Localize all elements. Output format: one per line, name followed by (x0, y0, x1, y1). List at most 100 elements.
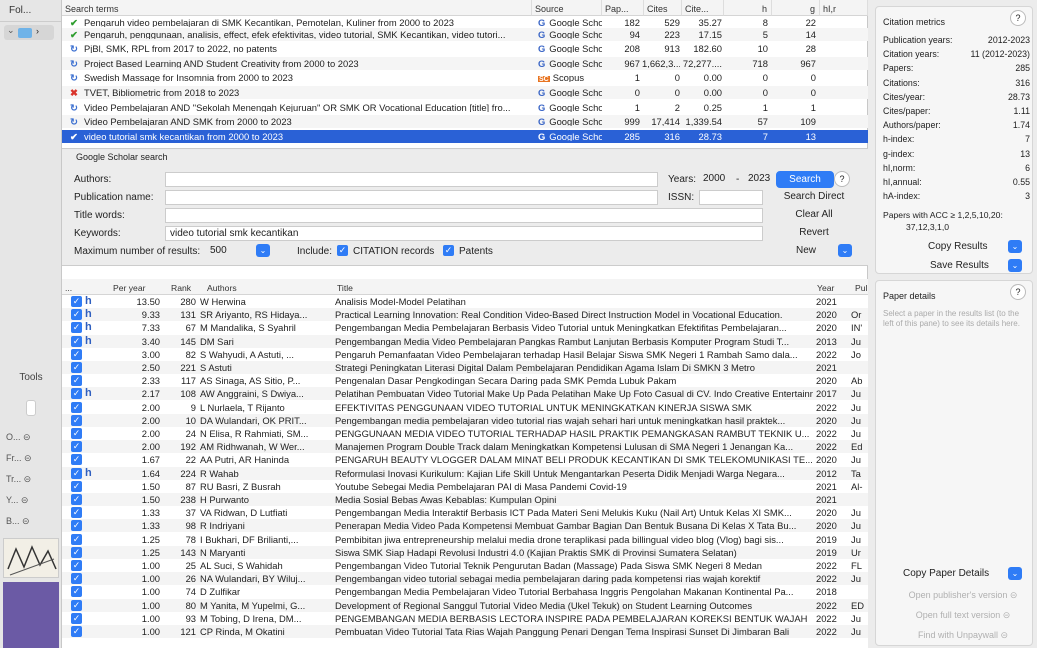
col-search-terms[interactable]: Search terms (62, 0, 532, 16)
col-source[interactable]: Source (532, 0, 602, 16)
result-checkbox[interactable]: ✓ (71, 335, 82, 347)
col-authors[interactable]: Authors (204, 279, 334, 295)
query-row[interactable]: ↻ Project Based Learning AND Student Crea… (62, 56, 868, 70)
result-checkbox[interactable]: ✓ (71, 322, 82, 334)
revert-button[interactable]: Revert (776, 225, 852, 242)
result-row[interactable]: ✓ 2.50 221 S Astuti Strategi Peningkatan Lit… (62, 361, 868, 374)
patents-checkbox[interactable]: ✓ (443, 245, 454, 256)
col-papers[interactable]: Pap... (602, 0, 644, 16)
clear-all-button[interactable]: Clear All (776, 207, 852, 224)
copy-paper-details-button[interactable]: Copy Paper Details ⌄ (888, 566, 1026, 583)
result-checkbox[interactable]: ✓ (71, 388, 82, 400)
new-button[interactable]: New ⌄ (776, 243, 856, 259)
result-checkbox[interactable]: ✓ (71, 375, 82, 387)
result-checkbox[interactable]: ✓ (71, 467, 82, 479)
folder-item-selected[interactable]: ⌄ › (4, 25, 54, 40)
open-publisher-version-button[interactable]: Open publisher's version ⊝ (899, 587, 1027, 603)
issn-field[interactable] (699, 190, 763, 205)
result-row[interactable]: ✓ 1.00 93 M Tobing, D Irena, DM... PENGEMBAN… (62, 612, 868, 625)
result-row[interactable]: ✓ 1.00 26 NA Wulandari, BY Wiluj... Pengemba… (62, 572, 868, 586)
result-row[interactable]: ✓ 2.00 24 N Elisa, R Rahmiati, SM... PENGGUN… (62, 427, 868, 440)
publication-name-field[interactable] (165, 190, 658, 205)
query-row[interactable]: ↻ Video Pembelajaran AND "Sekolah Menenga… (62, 101, 868, 114)
chevron-down-icon[interactable]: ⌄ (7, 25, 15, 36)
metrics-help-button[interactable]: ? (1010, 10, 1026, 26)
result-row[interactable]: ✓ 1.25 143 N Maryanti Siswa SMK Siap Hadapi … (62, 545, 868, 559)
result-checkbox[interactable]: ✓ (71, 573, 82, 585)
result-row[interactable]: ✓ 2.00 9 L Nurlaela, T Rijanto EFEKTIVITAS P… (62, 401, 868, 414)
result-row[interactable]: ✓ 1.50 87 RU Basri, Z Busrah Youtube Sebegai… (62, 480, 868, 493)
result-row[interactable]: ✓ 2.00 192 AM Ridhwanah, W Wer... Manajemen … (62, 440, 868, 454)
result-checkbox[interactable]: ✓ (71, 612, 82, 624)
result-row[interactable]: ✓ 1.00 121 CP Rinda, M Okatini Pembuatan Vid… (62, 625, 868, 638)
result-row[interactable]: ✓ 2.00 10 DA Wulandari, OK PRIT... Pengemban… (62, 413, 868, 427)
result-checkbox[interactable]: ✓ (71, 599, 82, 611)
result-row[interactable]: ✓ 1.00 80 M Yanita, M Yupelmi, G... Developm… (62, 598, 868, 612)
result-checkbox[interactable]: ✓ (71, 362, 82, 373)
col-per-year[interactable]: Per year (110, 279, 168, 295)
query-row[interactable]: ✖ TVET, Bibliometric from 2018 to 2023 G Go… (62, 86, 868, 99)
result-row[interactable]: ✓ 3.00 82 S Wahyudi, A Astuti, ... Pengaruh … (62, 348, 868, 361)
query-row[interactable]: ↻ PjBl, SMK, RPL from 2017 to 2022, no pa… (62, 42, 868, 55)
search-direct-button[interactable]: Search Direct (776, 189, 852, 206)
result-checkbox[interactable]: ✓ (71, 480, 82, 492)
max-results-select[interactable]: 500 ⌄ (210, 244, 270, 259)
result-checkbox[interactable]: ✓ (71, 494, 82, 505)
tool-button-1[interactable]: O... ⊝ (6, 432, 56, 448)
tool-button-4[interactable]: Y... ⊝ (6, 495, 56, 511)
result-row[interactable]: ✓ 1.33 37 VA Ridwan, D Lutfiati Pengembangan… (62, 506, 868, 519)
title-words-field[interactable] (165, 208, 763, 223)
query-row[interactable]: ✔ Pengaruh, penggunaan, analisis, effect,… (62, 27, 868, 41)
result-row[interactable]: ✓ 1.00 25 AL Suci, S Wahidah Pengembangan Vi… (62, 559, 868, 572)
result-checkbox[interactable]: ✓ (71, 401, 82, 413)
result-row[interactable]: ✓ 1.25 78 I Bukhari, DF Brilianti,... Pembib… (62, 533, 868, 546)
result-checkbox[interactable]: ✓ (71, 626, 82, 637)
col-cites[interactable]: Cites (644, 0, 682, 16)
result-row[interactable]: ✓ h 2.17 108 AW Anggraini, S Dwiya... Pelatih… (62, 387, 868, 401)
query-row[interactable]: ↻ Swedish Massage for Insomnia from 2000 … (62, 71, 868, 84)
result-checkbox[interactable]: ✓ (71, 507, 82, 519)
save-results-button[interactable]: Save Results ⌄ (896, 258, 1026, 274)
tool-button-5[interactable]: B... ⊝ (6, 516, 56, 532)
result-checkbox[interactable]: ✓ (71, 560, 82, 571)
result-checkbox[interactable]: ✓ (71, 428, 82, 439)
result-row[interactable]: ✓ 1.67 22 AA Putri, AR Haninda PENGARUH BEAU… (62, 453, 868, 466)
keywords-field[interactable]: video tutorial smk kecantikan (165, 226, 763, 241)
result-row[interactable]: ✓ h 9.33 131 SR Ariyanto, RS Hidaya... Practi… (62, 308, 868, 322)
result-row[interactable]: ✓ 2.33 117 AS Sinaga, AS Sitio, P... Pengena… (62, 374, 868, 387)
folders-header[interactable]: Fol... (0, 0, 61, 22)
result-row[interactable]: ✓ h 3.40 145 DM Sari Pengembangan Media Video… (62, 334, 868, 348)
col-flags[interactable]: ... (62, 279, 110, 295)
year-from-field[interactable]: 2000 (699, 172, 736, 187)
col-year[interactable]: Year (814, 279, 852, 295)
col-h[interactable]: h (724, 0, 772, 16)
find-unpaywall-button[interactable]: Find with Unpaywall ⊝ (899, 627, 1027, 643)
search-help-button[interactable]: ? (834, 171, 850, 187)
details-help-button[interactable]: ? (1010, 284, 1026, 300)
year-to-field[interactable]: 2023 (744, 172, 778, 187)
result-checkbox[interactable]: ✓ (71, 520, 82, 532)
col-rank[interactable]: Rank (168, 279, 204, 295)
result-checkbox[interactable]: ✓ (71, 414, 82, 426)
result-checkbox[interactable]: ✓ (71, 533, 82, 545)
authors-field[interactable] (165, 172, 658, 187)
citation-records-checkbox[interactable]: ✓ (337, 245, 348, 256)
result-row[interactable]: ✓ 1.00 74 D Zulfikar Pengembangan Media Pemb… (62, 585, 868, 598)
result-row[interactable]: ✓ h 1.64 224 R Wahab Reformulasi Inovasi Kuri… (62, 466, 868, 480)
result-checkbox[interactable]: ✓ (71, 296, 82, 307)
search-button[interactable]: Search (776, 171, 834, 188)
result-checkbox[interactable]: ✓ (71, 441, 82, 453)
result-row[interactable]: ✓ 1.50 238 H Purwanto Media Sosial Bebas Awa… (62, 493, 868, 506)
result-checkbox[interactable]: ✓ (71, 454, 82, 466)
query-row[interactable]: ✔ video tutorial smk kecantikan from 2000… (62, 129, 868, 143)
result-row[interactable]: ✓ h 7.33 67 M Mandalika, S Syahril Pengembang… (62, 321, 868, 334)
result-checkbox[interactable]: ✓ (71, 348, 82, 360)
tool-button-3[interactable]: Tr... ⊝ (6, 474, 56, 490)
result-checkbox[interactable]: ✓ (71, 546, 82, 558)
open-full-text-button[interactable]: Open full text version ⊝ (899, 607, 1027, 623)
col-publication[interactable]: Pul (852, 279, 868, 295)
tools-slider[interactable] (26, 400, 36, 416)
result-checkbox[interactable]: ✓ (71, 586, 82, 598)
result-row[interactable]: ✓ h 13.50 280 W Herwina Analisis Model-Model … (62, 295, 868, 308)
col-title[interactable]: Title (334, 279, 814, 295)
